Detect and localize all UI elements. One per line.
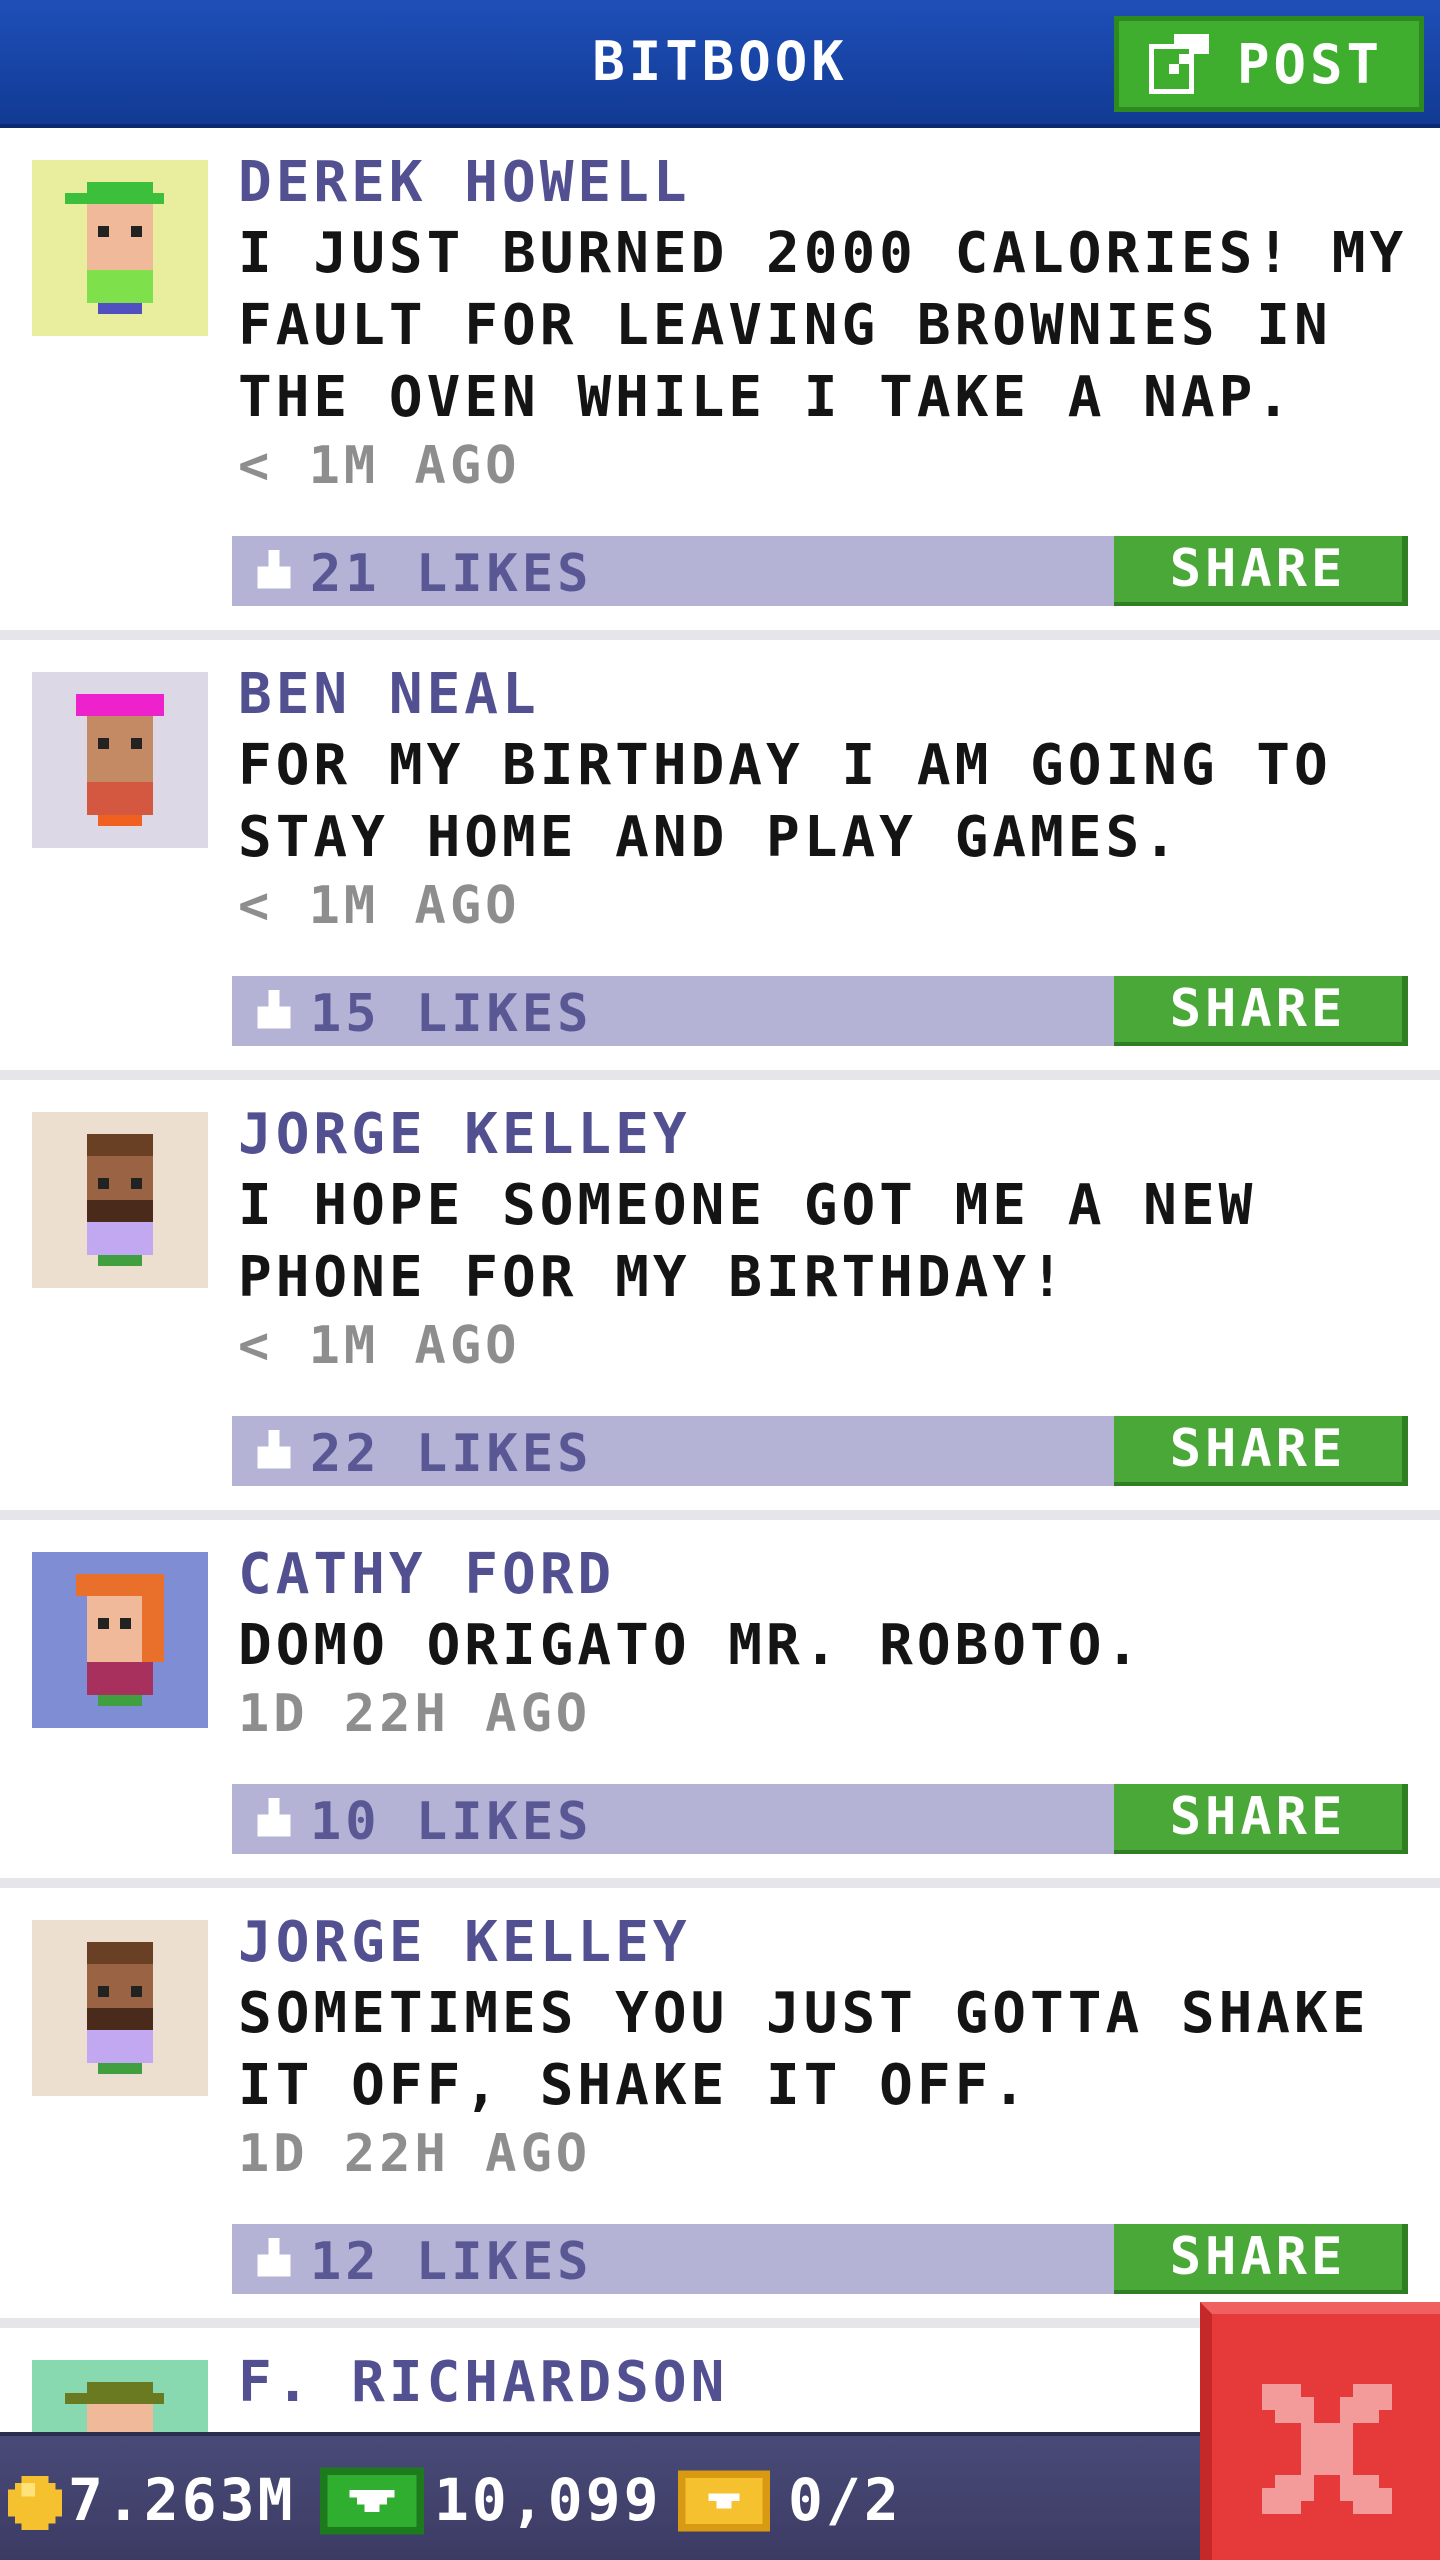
post-author[interactable]: JORGE KELLEY (238, 1910, 691, 1975)
feed-post: CATHY FORD DOMO ORIGATO MR. ROBOTO. 1D 2… (0, 1524, 1440, 1864)
likes-count: 15 LIKES (310, 984, 593, 1044)
likes-count: 12 LIKES (310, 2232, 593, 2292)
close-icon (1262, 2384, 1392, 2514)
post-message: FOR MY BIRTHDAY I AM GOING TO STAY HOME … (238, 733, 1332, 870)
avatar (32, 2360, 208, 2432)
ticket-icon (678, 2470, 770, 2532)
post-message: SOMETIMES YOU JUST GOTTA SHAKE IT OFF, S… (238, 1981, 1370, 2118)
post-time: < 1M AGO (238, 1316, 521, 1376)
bux-count: 10,099 (434, 2466, 662, 2534)
post-author[interactable]: DEREK HOWELL (238, 150, 691, 215)
feed-post: DEREK HOWELL I JUST BURNED 2000 CALORIES… (0, 132, 1440, 632)
feed-post: BEN NEAL FOR MY BIRTHDAY I AM GOING TO S… (0, 644, 1440, 1064)
post-time: < 1M AGO (238, 876, 521, 936)
post-author[interactable]: BEN NEAL (238, 662, 540, 727)
like-icon (257, 990, 291, 1029)
like-icon (257, 550, 291, 589)
feed-post: JORGE KELLEY I HOPE SOMEONE GOT ME A NEW… (0, 1084, 1440, 1504)
app-header: BITBOOK POST (0, 0, 1440, 128)
feed-post: JORGE KELLEY SOMETIMES YOU JUST GOTTA SH… (0, 1892, 1440, 2312)
coin-icon (8, 2476, 62, 2530)
edit-icon (1149, 34, 1209, 94)
post-message: I HOPE SOMEONE GOT ME A NEW PHONE FOR MY… (238, 1173, 1257, 1310)
post-time: 1D 22H AGO (238, 2124, 592, 2184)
share-button[interactable]: SHARE (1114, 1416, 1408, 1486)
avatar (32, 1552, 208, 1728)
likes-count: 21 LIKES (310, 544, 593, 604)
share-button[interactable]: SHARE (1114, 2224, 1408, 2294)
tickets-count: 0/2 (788, 2466, 902, 2534)
post-author[interactable]: F. RICHARDSON (238, 2350, 728, 2415)
post-button-label: POST (1237, 32, 1384, 96)
coins-count: 7.263M (68, 2466, 296, 2534)
avatar (32, 1112, 208, 1288)
post-author[interactable]: CATHY FORD (238, 1542, 615, 1607)
post-time: 1D 22H AGO (238, 1684, 592, 1744)
divider (0, 1510, 1440, 1520)
post-button[interactable]: POST (1114, 16, 1424, 112)
post-author[interactable]: JORGE KELLEY (238, 1102, 691, 1167)
likes-count: 10 LIKES (310, 1792, 593, 1852)
like-icon (257, 1430, 291, 1469)
avatar (32, 1920, 208, 2096)
like-icon (257, 2238, 291, 2277)
divider (0, 1070, 1440, 1080)
avatar (32, 672, 208, 848)
post-message: DOMO ORIGATO MR. ROBOTO. (238, 1613, 1144, 1678)
divider (0, 630, 1440, 640)
avatar (32, 160, 208, 336)
likes-count: 22 LIKES (310, 1424, 593, 1484)
like-icon (257, 1798, 291, 1837)
post-time: < 1M AGO (238, 436, 521, 496)
close-button[interactable] (1200, 2302, 1440, 2560)
bux-icon (320, 2467, 424, 2535)
divider (0, 1878, 1440, 1888)
share-button[interactable]: SHARE (1114, 976, 1408, 1046)
share-button[interactable]: SHARE (1114, 1784, 1408, 1854)
post-message: I JUST BURNED 2000 CALORIES! MY FAULT FO… (238, 221, 1408, 430)
share-button[interactable]: SHARE (1114, 536, 1408, 606)
